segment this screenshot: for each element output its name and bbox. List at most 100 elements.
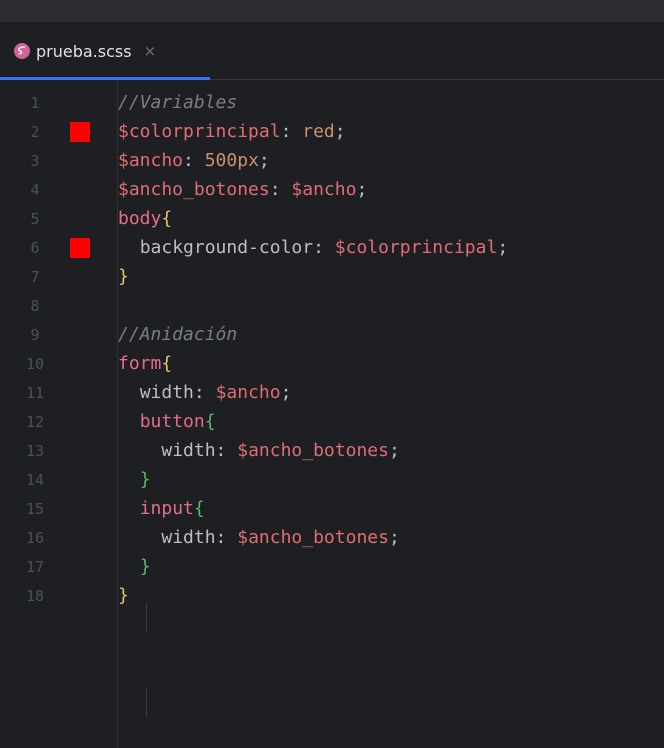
code-line[interactable]: 8 — [0, 291, 664, 320]
code-token: } — [118, 266, 129, 287]
code-token: ; — [356, 179, 368, 200]
code-line[interactable]: 4 $ancho_botones: $ancho; — [0, 175, 664, 204]
code-text: width: $ancho; — [118, 382, 292, 403]
code-line[interactable]: 7} — [0, 262, 664, 291]
code-token: input — [139, 498, 194, 519]
gutter-slot — [70, 378, 118, 407]
color-swatch-icon[interactable] — [70, 122, 90, 142]
code-token: width — [139, 382, 194, 403]
code-token: { — [161, 208, 173, 229]
code-line[interactable]: 17 } — [0, 552, 664, 581]
line-number: 9 — [30, 325, 40, 344]
code-line[interactable]: 12 button{ — [0, 407, 664, 436]
gutter-slot — [70, 581, 118, 610]
code-line[interactable]: 13 width: $ancho_botones; — [0, 436, 664, 465]
code-text: } — [118, 556, 151, 577]
code-text: button{ — [118, 411, 216, 432]
line-number: 18 — [25, 586, 45, 605]
line-number: 16 — [25, 528, 45, 547]
code-line[interactable]: 3 $ancho: 500px; — [0, 146, 664, 175]
indent-guide — [146, 689, 147, 718]
code-token: ; — [497, 237, 509, 258]
gutter-slot — [70, 407, 118, 436]
code-text: $ancho: 500px; — [118, 150, 270, 171]
code-editor[interactable]: 1 //Variables 2 $colorprincipal: red; 3 $anch… — [0, 80, 664, 748]
gutter-slot — [70, 349, 118, 378]
line-number: 14 — [25, 470, 45, 489]
code-line[interactable]: 9 //Anidación — [0, 320, 664, 349]
line-number: 15 — [25, 499, 45, 518]
code-text: width: $ancho_botones; — [118, 440, 400, 461]
code-line[interactable]: 5 body{ — [0, 204, 664, 233]
code-line[interactable]: 18} — [0, 581, 664, 610]
line-number: 7 — [30, 267, 40, 286]
code-text: $colorprincipal: red; — [118, 121, 346, 142]
code-token: $ancho_botones — [237, 527, 389, 548]
line-number: 6 — [30, 238, 40, 257]
code-line[interactable]: 14 } — [0, 465, 664, 494]
code-text: body{ — [118, 208, 172, 229]
gutter-slot — [70, 552, 118, 581]
code-token: background-color — [139, 237, 314, 258]
line-number: 4 — [30, 180, 40, 199]
code-token: form — [118, 353, 162, 374]
gutter-slot — [70, 523, 118, 552]
gutter-slot — [70, 291, 118, 320]
code-token: width — [161, 440, 216, 461]
line-number: 2 — [30, 122, 40, 141]
code-token: $ancho — [291, 179, 357, 200]
line-number: 3 — [30, 151, 40, 170]
gutter-slot — [70, 175, 118, 204]
tab-prueba-scss[interactable]: prueba.scss × — [0, 23, 210, 80]
code-line[interactable]: 10 form{ — [0, 349, 664, 378]
gutter-slot — [70, 117, 118, 146]
code-token: $colorprincipal — [334, 237, 498, 258]
gutter-slot — [70, 146, 118, 175]
code-line[interactable]: 6 background-color: $colorprincipal; — [0, 233, 664, 262]
code-token: $colorprincipal — [118, 121, 281, 142]
code-token: : — [193, 382, 216, 403]
gutter-slot — [70, 88, 118, 117]
line-number: 10 — [25, 354, 45, 373]
code-line[interactable]: 11 width: $ancho; — [0, 378, 664, 407]
gutter-slot — [70, 233, 118, 262]
gutter-slot — [70, 494, 118, 523]
code-token: $ancho_botones — [118, 179, 270, 200]
code-token: { — [193, 498, 205, 519]
code-token: ; — [388, 440, 400, 461]
code-token: width — [161, 527, 216, 548]
code-text: } — [118, 469, 151, 490]
code-text: } — [118, 585, 129, 606]
gutter-slot — [70, 436, 118, 465]
code-token: //Variables — [118, 92, 238, 113]
code-token: : — [183, 150, 205, 171]
code-token: : — [313, 237, 335, 258]
code-token: button — [139, 411, 205, 432]
code-token: : — [215, 527, 238, 548]
code-token: ; — [280, 382, 292, 403]
line-number: 11 — [25, 383, 45, 402]
code-token: $ancho — [215, 382, 281, 403]
code-token: $ancho_botones — [237, 440, 389, 461]
code-text: //Variables — [118, 92, 237, 113]
line-number: 13 — [25, 441, 45, 460]
code-token: ; — [388, 527, 400, 548]
code-line[interactable]: 16 width: $ancho_botones; — [0, 523, 664, 552]
code-line[interactable]: 1 //Variables — [0, 88, 664, 117]
code-token: } — [139, 556, 151, 577]
sass-file-icon — [14, 43, 30, 59]
line-number: 8 — [30, 296, 40, 315]
code-token: : — [269, 179, 292, 200]
close-icon[interactable]: × — [144, 42, 157, 60]
color-swatch-icon[interactable] — [70, 238, 90, 258]
code-line[interactable]: 15 input{ — [0, 494, 664, 523]
code-text: $ancho_botones: $ancho; — [118, 179, 367, 200]
code-token: red — [302, 121, 335, 142]
code-line[interactable]: 2 $colorprincipal: red; — [0, 117, 664, 146]
code-token: } — [139, 469, 151, 490]
code-token: } — [118, 585, 129, 606]
code-text: background-color: $colorprincipal; — [118, 237, 508, 258]
line-number: 1 — [30, 93, 40, 112]
code-token: //Anidación — [118, 324, 238, 345]
tab-label: prueba.scss — [36, 41, 132, 61]
